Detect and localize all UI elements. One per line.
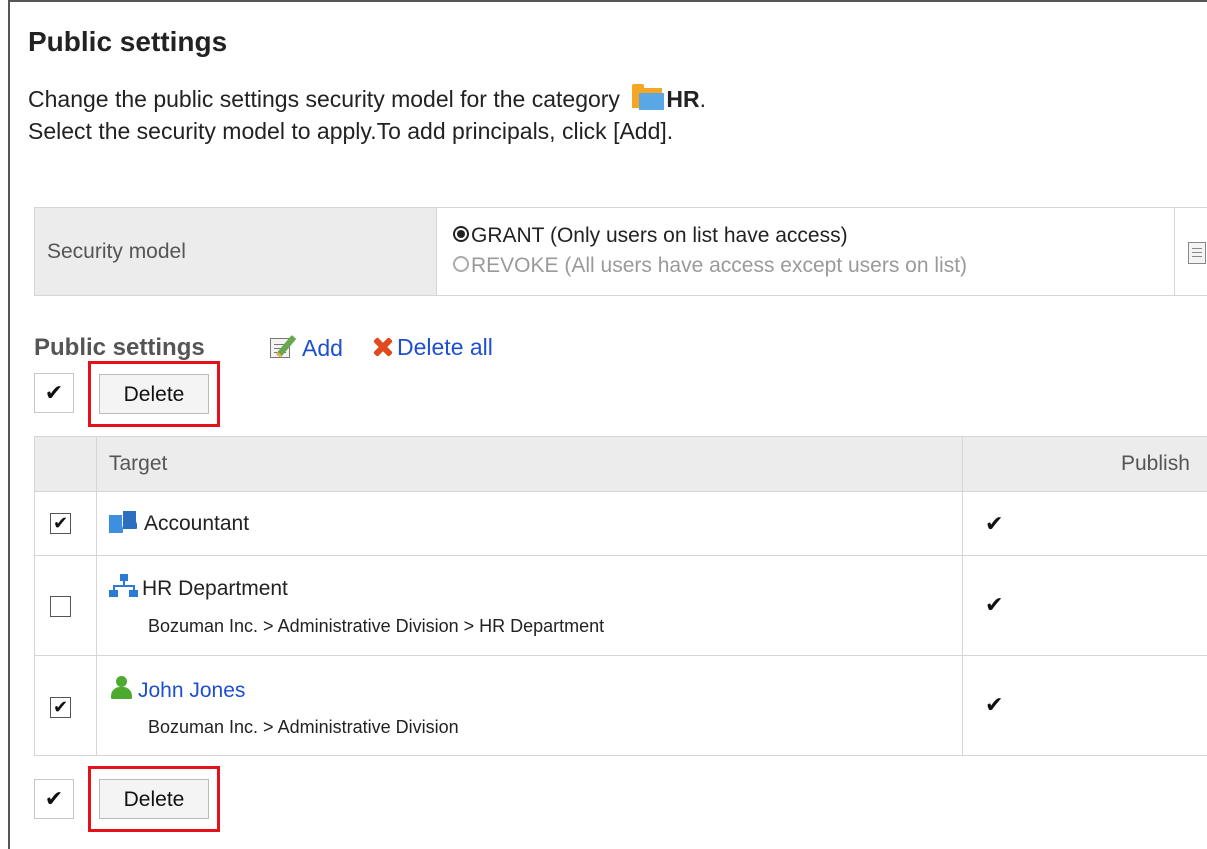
check-all-button[interactable]: ✔ [34, 373, 74, 413]
highlight-box [88, 361, 220, 427]
target-label: Accountant [144, 512, 250, 535]
delete-all-label: Delete all [397, 334, 493, 360]
note-icon [1188, 242, 1206, 264]
column-header-publish: Publish [1121, 452, 1190, 475]
target-label[interactable]: John Jones [138, 679, 245, 702]
publish-check: ✔ [985, 511, 1004, 536]
radio-grant-label: GRANT (Only users on list have access) [471, 224, 848, 247]
role-icon [109, 511, 143, 533]
description-text: Change the public settings security mode… [28, 86, 627, 112]
target-name: HR Department [109, 574, 288, 601]
security-model-table: Security model GRANT (Only users on list… [34, 207, 1207, 296]
radio-revoke-label: REVOKE (All users have access except use… [471, 254, 968, 277]
highlight-box [88, 766, 220, 832]
org-path: Bozuman Inc. > Administrative Division >… [148, 616, 605, 636]
delete-x-icon [370, 335, 394, 359]
table-header: Target Publish [35, 437, 1207, 492]
check-all-button[interactable]: ✔ [34, 779, 74, 819]
column-divider [96, 437, 97, 755]
target-label: HR Department [142, 577, 288, 600]
radio-unselected-icon[interactable] [453, 256, 469, 272]
edit-add-icon [270, 334, 298, 360]
radio-revoke[interactable]: REVOKE (All users have access except use… [453, 254, 967, 278]
column-divider [1174, 208, 1175, 295]
user-icon [109, 676, 135, 700]
folder-icon [632, 84, 665, 110]
row-checkbox[interactable] [50, 596, 71, 617]
add-link-label: Add [302, 335, 343, 361]
target-name: Accountant [109, 511, 249, 536]
radio-grant[interactable]: GRANT (Only users on list have access) [453, 224, 848, 248]
radio-selected-icon[interactable] [453, 226, 469, 242]
instruction-text: Select the security model to apply.To ad… [28, 118, 674, 144]
table-row: HR Department Bozuman Inc. > Administrat… [35, 556, 1207, 656]
description-suffix: . [699, 86, 706, 112]
column-header-target: Target [109, 452, 168, 475]
publish-check: ✔ [985, 592, 1004, 617]
organization-icon [109, 574, 139, 598]
row-checkbox[interactable]: ✔ [50, 697, 71, 718]
org-path: Bozuman Inc. > Administrative Division [148, 717, 459, 737]
table-row: ✔ Accountant ✔ [35, 492, 1207, 556]
category-description: Change the public settings security mode… [28, 84, 706, 113]
principals-table: Target Publish ✔ Accountant ✔ HR Departm… [34, 436, 1207, 756]
page-title: Public settings [28, 26, 228, 57]
publish-check: ✔ [985, 692, 1004, 717]
public-settings-heading: Public settings [34, 334, 205, 361]
delete-all-link[interactable]: Delete all [370, 334, 493, 361]
add-link[interactable]: Add [270, 334, 343, 362]
security-model-label: Security model [35, 208, 437, 295]
table-row: ✔ John Jones Bozuman Inc. > Administrati… [35, 656, 1207, 755]
row-checkbox[interactable]: ✔ [50, 513, 71, 534]
category-name: HR [666, 86, 700, 112]
column-divider [962, 437, 963, 755]
target-name[interactable]: John Jones [109, 676, 245, 703]
